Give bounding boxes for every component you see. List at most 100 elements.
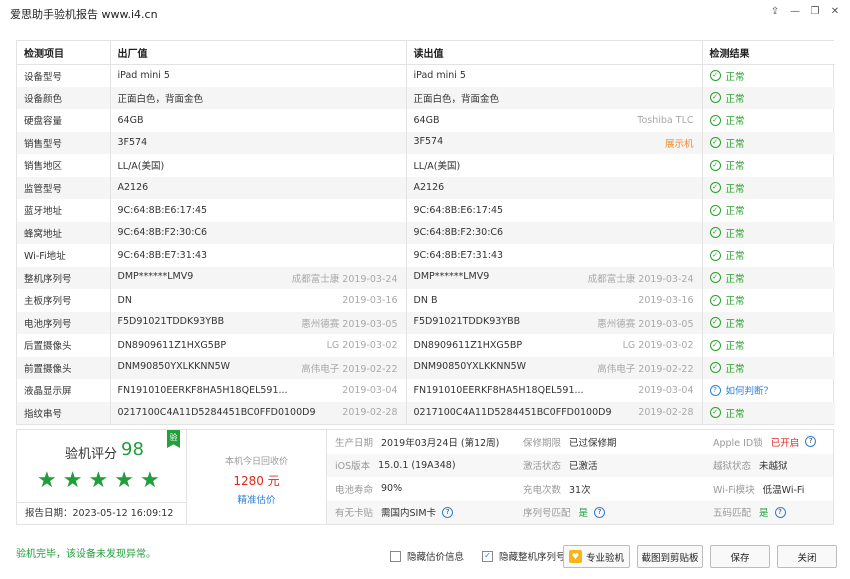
- footer-options: 隐藏估价信息 ✓ 隐藏整机序列号: [390, 549, 566, 563]
- factory-value: iPad mini 5: [117, 70, 170, 81]
- table-row: 设备颜色 正面白色，背面金色 正面白色，背面金色 ✓ 正常: [17, 86, 835, 109]
- factory-value: FN191010EERKF8HA5H18QEL591...: [117, 384, 288, 396]
- check-circle-icon: ✓: [709, 92, 721, 104]
- pro-check-button[interactable]: ♥ 专业验机: [563, 545, 630, 568]
- read-value: FN191010EERKF8HA5H18QEL591...: [413, 384, 584, 396]
- save-button[interactable]: 保存: [710, 545, 770, 568]
- info-item: 有无卡贴 需国内SIM卡?: [327, 500, 515, 524]
- question-icon[interactable]: ?: [805, 436, 817, 448]
- row-factory: 0217100C4A11D5284451BC0FFD0100D9 2019-02-…: [109, 401, 406, 424]
- table-row: 前置摄像头 DNM90850YXLKKNN5W 高伟电子 2019-02-22 DNM…: [17, 356, 836, 379]
- info-key: 充电次数: [523, 484, 562, 496]
- row-result: ✓ 正常: [701, 176, 835, 199]
- close-icon[interactable]: ✕: [828, 5, 842, 19]
- header-read: 读出值: [405, 41, 702, 65]
- star-icon: ★: [114, 468, 134, 493]
- row-item: 蜂窝地址: [17, 221, 110, 244]
- precise-estimate-link[interactable]: 精准估价: [187, 492, 326, 506]
- row-read: 3F574 展示机: [405, 131, 702, 154]
- info-item: 越狱状态 未越狱: [705, 453, 833, 477]
- result-text: 正常: [725, 161, 745, 173]
- factory-value: 9C:64:8B:F2:30:C6: [117, 227, 208, 239]
- how-to-judge-link[interactable]: ? 如何判断？: [709, 383, 836, 397]
- factory-value: 0217100C4A11D5284451BC0FFD0100D9: [117, 407, 316, 419]
- window-controls: ⇪ — ❐ ✕: [768, 5, 842, 19]
- row-factory: 正面白色，背面金色: [109, 86, 406, 109]
- result-ok: ✓ 正常: [709, 361, 836, 375]
- restore-icon[interactable]: ❐: [808, 5, 822, 19]
- row-factory: 9C:64:8B:E6:17:45: [109, 199, 406, 222]
- row-item: 硬盘容量: [24, 116, 63, 128]
- result-text: 正常: [725, 251, 745, 263]
- info-value: 是: [759, 508, 769, 520]
- info-value: 是: [578, 508, 589, 520]
- share-icon[interactable]: ⇪: [768, 5, 782, 19]
- row-result: ✓ 正常: [701, 86, 835, 109]
- row-result: ✓ 正常: [701, 131, 836, 154]
- question-icon[interactable]: ?: [442, 506, 454, 518]
- info-value: 15.0.1 (19A348): [378, 459, 456, 471]
- result-text: 正常: [725, 71, 745, 83]
- question-icon[interactable]: ?: [594, 506, 606, 518]
- check-circle-icon: ✓: [709, 407, 721, 419]
- title-bar: 爱思助手验机报告 www.i4.cn ⇪ — ❐ ✕: [0, 0, 850, 26]
- check-circle-icon: ✓: [709, 249, 721, 261]
- row-result: ✓ 正常: [701, 64, 835, 87]
- row-factory: F5D91021TDDK93YBB 惠州德赛 2019-03-05: [109, 311, 406, 334]
- info-item: Wi-Fi模块 低温Wi-Fi: [705, 477, 833, 501]
- hide-price-option[interactable]: 隐藏估价信息: [390, 549, 464, 563]
- hide-serial-option[interactable]: ✓ 隐藏整机序列号: [482, 549, 566, 563]
- row-read: LL/A(美国): [405, 154, 702, 177]
- copy-screenshot-button[interactable]: 截图到剪贴板: [637, 545, 703, 568]
- result-text: 正常: [725, 296, 745, 308]
- info-value: 90%: [381, 483, 403, 495]
- info-item: 充电次数 31次: [515, 477, 705, 501]
- row-item: 主板序列号: [24, 296, 72, 308]
- result-ok: ✓ 正常: [709, 316, 836, 330]
- row-result[interactable]: ? 如何判断？: [701, 379, 836, 402]
- result-ok: ✓ 正常: [709, 113, 836, 127]
- row-result: ✓ 正常: [701, 154, 835, 177]
- read-value: LL/A(美国): [413, 161, 461, 173]
- info-item: 激活状态 已激活: [515, 453, 705, 477]
- check-circle-icon: ✓: [709, 114, 721, 126]
- minimize-icon[interactable]: —: [788, 5, 802, 19]
- row-item: 设备颜色: [17, 86, 110, 109]
- factory-value: DN: [117, 294, 132, 306]
- table-row: 后置摄像头 DN8909611Z1HXG5BP LG 2019-03-02 DN890…: [17, 334, 835, 357]
- read-value: A2126: [413, 182, 445, 194]
- result-text: 正常: [725, 408, 745, 420]
- read-side: 展示机: [664, 138, 694, 150]
- read-value: F5D91021TDDK93YBB: [413, 315, 521, 327]
- table-row: 指纹串号 0217100C4A11D5284451BC0FFD0100D9 2019…: [17, 401, 835, 424]
- info-key: 有无卡贴: [335, 508, 374, 520]
- row-item: 整机序列号: [17, 266, 110, 289]
- score-value: 98: [121, 439, 144, 460]
- info-key: Apple ID锁: [713, 437, 763, 449]
- check-circle-icon: ✓: [709, 362, 721, 374]
- info-value: 低温Wi-Fi: [762, 484, 805, 496]
- row-result: ✓ 正常: [701, 109, 836, 132]
- table-header: 检测项目 出厂值 读出值 检测结果: [17, 41, 835, 65]
- row-item: 设备型号: [24, 71, 63, 83]
- read-value: DN8909611Z1HXG5BP: [413, 339, 523, 351]
- result-text: 正常: [725, 138, 745, 150]
- close-button[interactable]: 关闭: [777, 545, 837, 568]
- factory-side: 高伟电子 2019-02-22: [301, 363, 398, 375]
- read-value: DNM90850YXLKKNN5W: [413, 360, 527, 372]
- read-side: 高伟电子 2019-02-22: [597, 363, 694, 375]
- hide-price-checkbox[interactable]: [390, 550, 401, 562]
- question-icon[interactable]: ?: [774, 506, 786, 518]
- verified-badge: 验: [167, 430, 180, 448]
- star-icon: ★: [88, 468, 109, 493]
- hide-serial-checkbox[interactable]: ✓: [482, 550, 494, 562]
- heart-icon: ♥: [568, 550, 582, 563]
- result-ok: ✓ 正常: [709, 136, 836, 150]
- row-result: ✓ 正常: [701, 244, 835, 267]
- row-read: 正面白色，背面金色: [405, 86, 702, 109]
- table-row: 液晶显示屏 FN191010EERKF8HA5H18QEL591... 2019-0…: [17, 379, 835, 402]
- table-row: 蜂窝地址 9C:64:8B:F2:30:C6 9C:64:8B:F2:30:C6 ✓ 正…: [17, 221, 835, 244]
- status-message: 验机完毕，该设备未发现异常。: [16, 549, 156, 560]
- row-read: F5D91021TDDK93YBB 惠州德赛 2019-03-05: [405, 311, 702, 334]
- info-value: 31次: [569, 484, 591, 496]
